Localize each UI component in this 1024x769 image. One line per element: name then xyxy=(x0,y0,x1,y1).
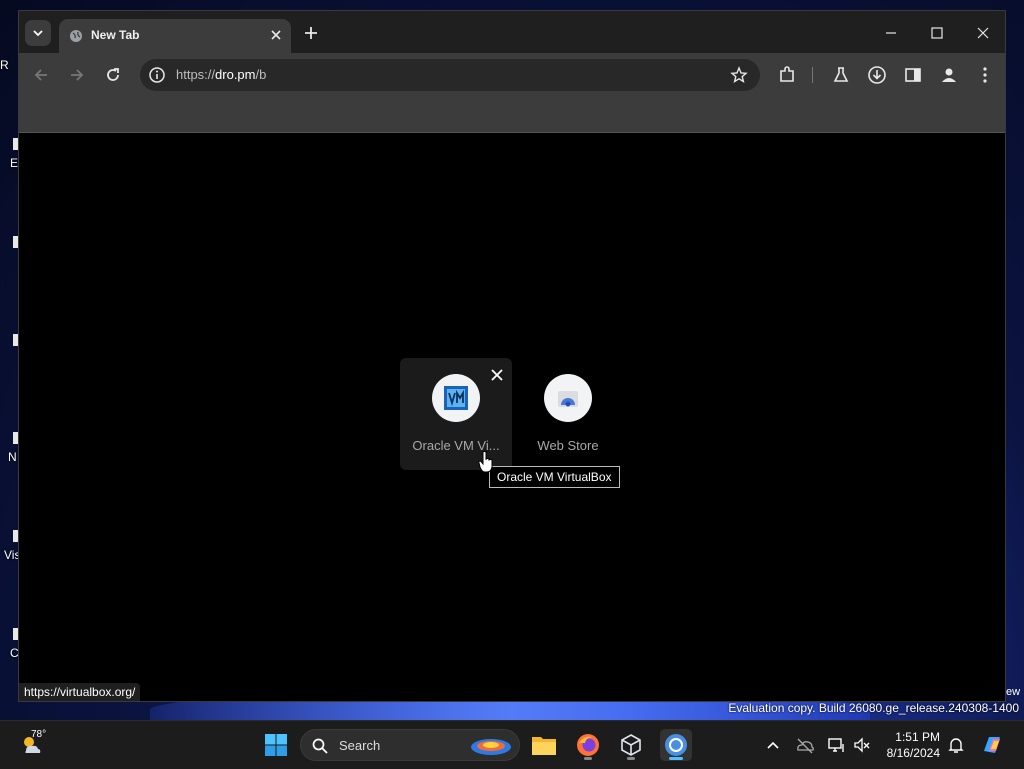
extensions-icon[interactable] xyxy=(777,65,797,85)
virtualbox-cube-icon xyxy=(621,734,641,756)
taskbar-chrome[interactable] xyxy=(660,729,692,761)
reload-button[interactable] xyxy=(103,65,123,85)
toolbar-separator xyxy=(812,67,813,83)
taskbar: 78° Search 1:51 PM 8/16/2024 xyxy=(0,720,1024,769)
close-icon[interactable] xyxy=(490,368,504,382)
chevron-up-icon[interactable] xyxy=(763,735,783,755)
title-bar: New Tab xyxy=(19,11,1005,53)
desktop-partial-text: ew xyxy=(1006,686,1021,698)
folder-icon xyxy=(532,737,556,755)
url-path: /b xyxy=(255,67,267,82)
forward-button[interactable] xyxy=(67,65,87,85)
url-host: dro.pm xyxy=(215,67,256,82)
address-text[interactable]: https://dro.pm/b xyxy=(176,67,266,82)
star-icon[interactable] xyxy=(730,66,748,84)
copilot-icon[interactable] xyxy=(980,733,1004,757)
desktop-icon-label: E xyxy=(10,156,19,170)
minimize-button[interactable] xyxy=(881,23,901,43)
browser-window: New Tab https://dro.pm/b Oracle VM Vi...… xyxy=(18,10,1006,702)
firefox-icon xyxy=(577,734,599,756)
info-icon[interactable] xyxy=(148,66,166,84)
maximize-button[interactable] xyxy=(927,23,947,43)
toolbar: https://dro.pm/b xyxy=(19,53,1005,97)
desktop-icon-1[interactable]: R xyxy=(0,58,18,72)
labs-flask-icon[interactable] xyxy=(831,65,851,85)
notification-bell-icon[interactable] xyxy=(946,735,966,755)
evaluation-watermark: Evaluation copy. Build 26080.ge_release.… xyxy=(728,701,1019,715)
desktop-icon-label: N xyxy=(8,450,17,464)
back-button[interactable] xyxy=(31,65,51,85)
shortcut-label: Oracle VM Vi... xyxy=(412,438,500,453)
search-icon xyxy=(312,738,328,754)
status-bar-url: https://virtualbox.org/ xyxy=(19,683,141,701)
globe-icon xyxy=(70,30,82,42)
system-clock[interactable]: 1:51 PM 8/16/2024 xyxy=(887,729,940,761)
tab-search-button[interactable] xyxy=(25,20,51,46)
shortcut-label: Web Store xyxy=(537,438,599,453)
clock-time: 1:51 PM xyxy=(895,730,940,744)
webstore-icon xyxy=(558,391,578,407)
close-window-button[interactable] xyxy=(973,23,993,43)
menu-icon[interactable] xyxy=(975,65,995,85)
url-scheme: https:// xyxy=(176,67,216,82)
desktop-icon-label: R xyxy=(0,58,9,72)
side-panel-icon[interactable] xyxy=(903,65,923,85)
shortcut-virtualbox[interactable]: Oracle VM Vi... xyxy=(400,358,512,470)
network-icon[interactable] xyxy=(827,735,847,755)
start-button[interactable] xyxy=(260,729,292,761)
chevron-down-icon xyxy=(33,30,43,37)
windows-logo-icon xyxy=(265,734,287,756)
onedrive-offline-icon[interactable] xyxy=(795,735,815,755)
shortcut-tooltip: Oracle VM VirtualBox xyxy=(489,466,620,488)
shortcut-icon-circle xyxy=(544,374,592,422)
running-indicator xyxy=(627,757,635,760)
hand-cursor-icon xyxy=(478,451,493,473)
close-icon[interactable] xyxy=(269,28,283,42)
taskbar-virtualbox[interactable] xyxy=(615,729,647,761)
clock-date: 8/16/2024 xyxy=(886,746,940,760)
weather-temp: 78° xyxy=(31,729,47,740)
active-indicator xyxy=(669,757,683,760)
volume-muted-icon[interactable] xyxy=(852,735,872,755)
running-indicator xyxy=(584,757,592,760)
chrome-icon xyxy=(665,734,687,756)
tab-title: New Tab xyxy=(91,28,140,42)
virtualbox-icon xyxy=(444,386,468,410)
taskbar-search[interactable]: Search xyxy=(300,729,520,761)
new-tab-button[interactable] xyxy=(301,23,321,43)
download-icon[interactable] xyxy=(867,65,887,85)
address-bar[interactable]: https://dro.pm/b xyxy=(140,59,760,91)
search-label: Search xyxy=(339,738,381,753)
taskbar-firefox[interactable] xyxy=(572,729,604,761)
taskbar-file-explorer[interactable] xyxy=(528,729,560,761)
shortcut-web-store[interactable]: Web Store xyxy=(512,358,624,470)
profile-icon[interactable] xyxy=(939,65,959,85)
shortcut-icon-circle xyxy=(432,374,480,422)
tab-new-tab[interactable]: New Tab xyxy=(59,19,291,53)
search-highlight-icon xyxy=(471,739,511,755)
bookmarks-bar xyxy=(19,97,1005,133)
